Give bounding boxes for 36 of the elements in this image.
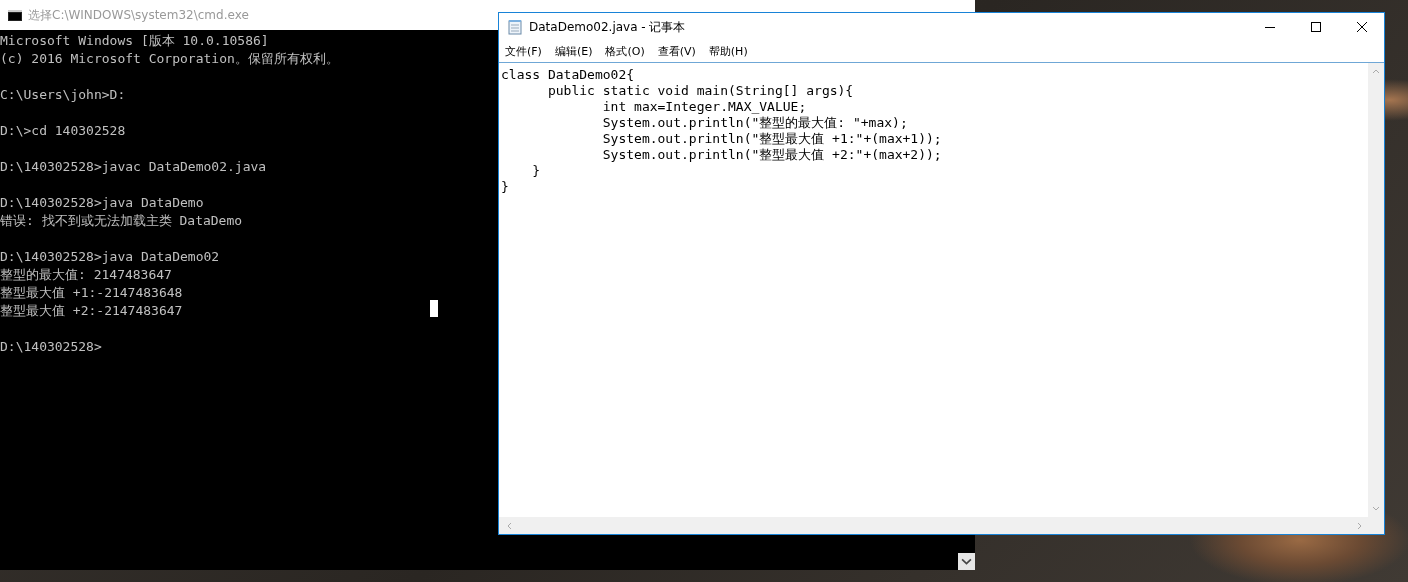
chevron-down-icon[interactable]	[958, 553, 975, 570]
code-line: class DataDemo02{	[501, 67, 636, 83]
code-line: System.out.println("整型最大值 +2:"+(max+2));	[601, 147, 943, 163]
chevron-up-icon[interactable]	[1372, 69, 1380, 74]
notepad-icon	[508, 19, 522, 35]
window-title: 选择C:\WINDOWS\system32\cmd.exe	[28, 6, 249, 24]
window-title: DataDemo02.java - 记事本	[529, 18, 687, 36]
console-line: (c) 2016 Microsoft Corporation。保留所有权利。	[0, 50, 339, 68]
console-icon	[8, 9, 22, 21]
console-line: D:\140302528>java DataDemo02	[0, 248, 220, 266]
console-line: D:\140302528>java DataDemo	[0, 194, 204, 212]
code-line: System.out.println("整型的最大值: "+max);	[601, 115, 909, 131]
console-line: 整型最大值 +1:-2147483648	[0, 284, 183, 302]
console-line: 错误: 找不到或无法加载主类 DataDemo	[0, 212, 243, 230]
console-line: 整型最大值 +2:-2147483647	[0, 302, 183, 320]
chevron-right-icon[interactable]	[1357, 521, 1362, 530]
code-line: System.out.println("整型最大值 +1:"+(max+1));	[601, 131, 943, 147]
text-cursor	[430, 300, 438, 317]
console-line: D:\140302528>javac DataDemo02.java	[0, 158, 267, 176]
code-line: int max=Integer.MAX_VALUE;	[601, 99, 808, 115]
menu-item[interactable]: 查看(V)	[657, 44, 696, 59]
console-line: 整型的最大值: 2147483647	[0, 266, 172, 284]
console-line: C:\Users\john>D:	[0, 86, 126, 104]
console-line: Microsoft Windows [版本 10.0.10586]	[0, 32, 269, 50]
close-icon[interactable]	[1356, 21, 1368, 33]
console-line: D:\>cd 140302528	[0, 122, 126, 140]
maximize-icon[interactable]	[1310, 21, 1322, 33]
code-line: public static void main(String[] args){	[546, 83, 855, 99]
console-line: D:\140302528>	[0, 338, 102, 356]
code-line: }	[501, 179, 510, 195]
menu-item[interactable]: 帮助(H)	[708, 44, 748, 59]
chevron-left-icon[interactable]	[507, 521, 512, 530]
menu-item[interactable]: 编辑(E)	[554, 44, 593, 59]
menu-item[interactable]: 文件(F)	[505, 44, 542, 59]
code-line: }	[531, 163, 542, 179]
menu-item[interactable]: 格式(O)	[605, 44, 645, 59]
